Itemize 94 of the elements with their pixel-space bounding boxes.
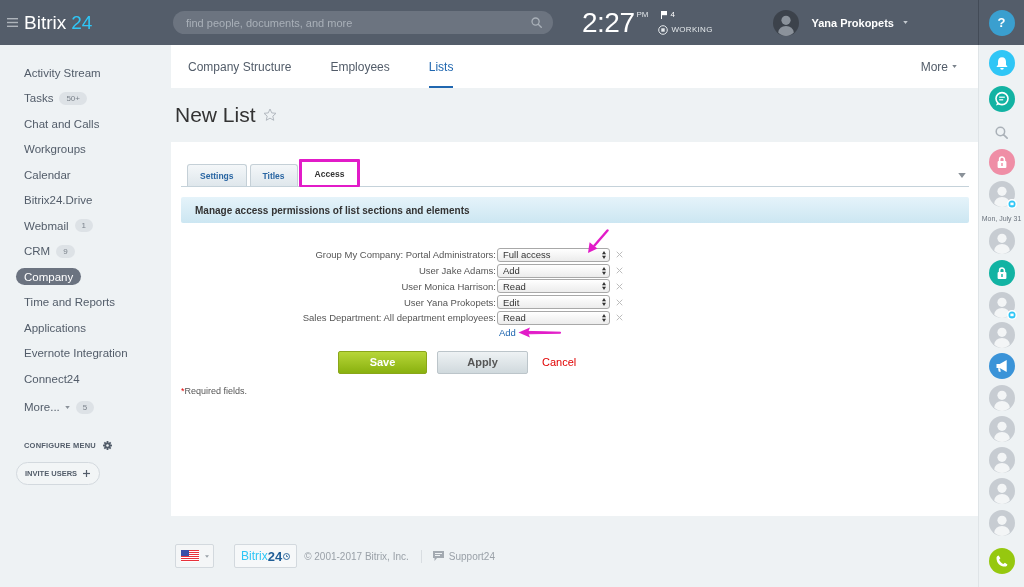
- sidebar-item[interactable]: Calendar: [16, 166, 79, 184]
- user-avatar[interactable]: [773, 9, 800, 36]
- page-title: New List: [175, 103, 256, 127]
- updown-icon: [602, 313, 606, 322]
- search-field[interactable]: find people, documents, and more: [173, 11, 553, 34]
- nav-tab[interactable]: Employees: [330, 45, 390, 88]
- updown-icon: [602, 282, 606, 291]
- access-select[interactable]: Read: [497, 279, 610, 294]
- clock-icon: [283, 552, 291, 560]
- counter-badge: 9: [56, 244, 75, 258]
- nav-tab[interactable]: Lists: [428, 45, 454, 88]
- plus-icon: [83, 470, 91, 477]
- required-note: *Required fields.: [181, 385, 248, 396]
- access-select[interactable]: Edit: [497, 295, 610, 310]
- remove-icon[interactable]: [616, 314, 623, 322]
- access-select[interactable]: Full access: [497, 247, 610, 262]
- lock-icon[interactable]: [988, 149, 1015, 175]
- user-avatar[interactable]: [988, 416, 1015, 442]
- sidebar-item[interactable]: CRM 9: [16, 242, 83, 260]
- user-avatar[interactable]: [988, 181, 1015, 207]
- apply-button[interactable]: Apply: [437, 350, 528, 374]
- form-tab[interactable]: Titles: [249, 164, 298, 186]
- sidebar-item[interactable]: Activity Stream: [16, 64, 109, 82]
- work-status-button[interactable]: WORKING: [657, 24, 713, 35]
- user-avatar[interactable]: [988, 292, 1015, 318]
- caret-icon: [64, 405, 70, 409]
- user-avatar[interactable]: [988, 447, 1015, 473]
- sidebar-item[interactable]: Company: [16, 268, 82, 286]
- badge-icon: [1006, 199, 1017, 209]
- clock-meridiem: PM: [636, 11, 649, 19]
- updown-icon: [602, 298, 606, 307]
- access-select[interactable]: Add: [497, 263, 610, 278]
- logo[interactable]: Bitrix 24: [24, 13, 93, 32]
- remove-icon[interactable]: [616, 267, 623, 275]
- user-avatar[interactable]: [988, 385, 1015, 411]
- updown-icon: [602, 266, 606, 275]
- more-button[interactable]: More: [920, 59, 957, 74]
- nav-tab[interactable]: Company Structure: [188, 45, 292, 88]
- user-avatar[interactable]: [988, 478, 1015, 504]
- user-avatar[interactable]: [988, 510, 1015, 536]
- sidebar-item[interactable]: Evernote Integration: [16, 344, 136, 362]
- caret-icon: [958, 172, 966, 178]
- caret-icon: [952, 65, 957, 68]
- settings-icon: [102, 441, 112, 450]
- user-avatar[interactable]: [988, 322, 1015, 348]
- permission-label: User Yana Prokopets:: [402, 296, 497, 308]
- chat-icon[interactable]: [988, 86, 1015, 112]
- phone-icon[interactable]: [988, 548, 1015, 574]
- remove-icon[interactable]: [616, 251, 623, 259]
- stop-icon: [657, 24, 668, 35]
- cancel-link[interactable]: Cancel: [538, 350, 581, 374]
- remove-icon[interactable]: [616, 282, 623, 290]
- updown-icon: [602, 250, 606, 259]
- star-icon[interactable]: [262, 108, 277, 122]
- counter-badge: 50+: [59, 91, 87, 105]
- access-select[interactable]: Read: [497, 310, 610, 325]
- sidebar-item[interactable]: More... 5: [16, 398, 103, 416]
- sidebar-item[interactable]: Chat and Calls: [16, 115, 108, 133]
- bell-icon[interactable]: [988, 50, 1015, 76]
- megaphone-icon[interactable]: [988, 353, 1015, 379]
- permission-label: User Jake Adams:: [417, 265, 497, 277]
- permission-label: Group My Company: Portal Administrators:: [314, 249, 497, 261]
- clock-time: 2:27: [582, 8, 635, 37]
- user-avatar[interactable]: [988, 228, 1015, 254]
- badge-icon: [1006, 310, 1017, 320]
- permission-label: User Monica Harrison:: [400, 280, 497, 292]
- counter-badge: 5: [75, 400, 95, 414]
- user-name[interactable]: Yana Prokopets: [811, 16, 894, 29]
- lock-icon[interactable]: [988, 260, 1015, 286]
- sidebar-item[interactable]: Applications: [16, 319, 94, 337]
- footer-logo[interactable]: Bitrix24: [234, 544, 298, 568]
- menu-icon[interactable]: [7, 18, 18, 27]
- section-header: Manage access permissions of list sections and elements: [181, 197, 969, 223]
- permission-label: Sales Department: All department employees:: [301, 312, 497, 324]
- language-button[interactable]: [175, 544, 214, 568]
- sidebar-item[interactable]: Time and Reports: [16, 293, 123, 311]
- sidebar-item[interactable]: Connect24: [16, 370, 88, 388]
- caret-icon: [903, 21, 908, 24]
- search-icon[interactable]: [995, 126, 1008, 139]
- flag-count: 4: [670, 10, 675, 19]
- sidebar-item[interactable]: Webmail 1: [16, 217, 101, 235]
- sidebar-item[interactable]: Workgroups: [16, 140, 94, 158]
- sidebar-item[interactable]: Bitrix24.Drive: [16, 191, 101, 209]
- copyright: © 2001-2017 Bitrix, Inc.: [304, 550, 409, 562]
- remove-icon[interactable]: [616, 298, 623, 306]
- search-icon[interactable]: [531, 17, 542, 28]
- sidebar-item[interactable]: Tasks 50+: [16, 89, 95, 107]
- flag-icon: [180, 550, 199, 562]
- caret-icon: [204, 554, 209, 558]
- counter-badge: 1: [74, 219, 93, 233]
- form-tab[interactable]: Settings: [187, 164, 247, 186]
- flag-icon: [660, 10, 667, 19]
- add-link[interactable]: Add: [499, 326, 516, 338]
- chat-bubble-icon: [432, 551, 444, 561]
